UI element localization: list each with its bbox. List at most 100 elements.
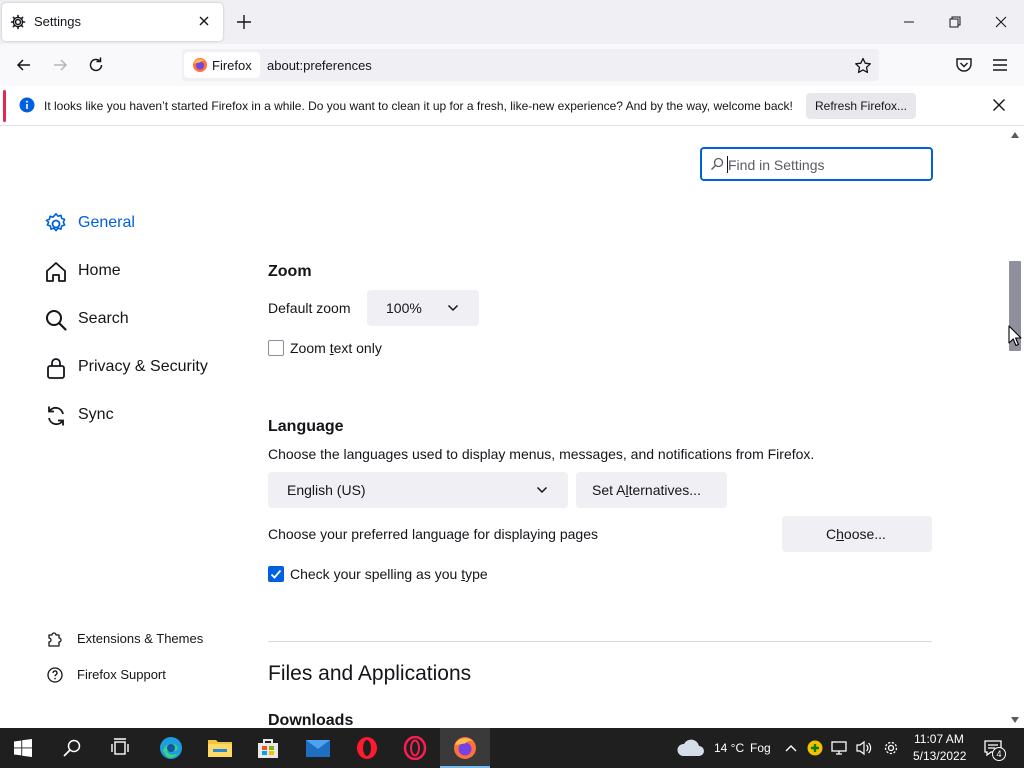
search-icon bbox=[44, 308, 68, 332]
chevron-down-icon bbox=[536, 486, 548, 494]
tab-settings[interactable]: Settings bbox=[2, 3, 223, 41]
opera-icon[interactable] bbox=[355, 736, 379, 760]
identity-box[interactable]: Firefox bbox=[184, 52, 260, 78]
spell-check-checkbox[interactable] bbox=[268, 566, 284, 582]
tab-strip: Settings bbox=[0, 0, 1024, 44]
extensions-themes-label: Extensions & Themes bbox=[77, 631, 204, 646]
language-select-value: English (US) bbox=[287, 482, 366, 498]
weather-temperature: 14 °C bbox=[714, 741, 745, 755]
language-heading: Language bbox=[268, 418, 344, 435]
notification-count-badge: 4 bbox=[992, 747, 1006, 761]
choose-label-pre: C bbox=[826, 526, 837, 542]
reload-icon[interactable] bbox=[86, 55, 106, 75]
extensions-themes-link[interactable]: Extensions & Themes bbox=[46, 628, 216, 650]
clock-date[interactable]: 5/13/2022 bbox=[913, 749, 966, 763]
default-zoom-select[interactable]: 100% bbox=[367, 290, 479, 326]
set-alternatives-button[interactable]: Set Alternatives... bbox=[576, 472, 727, 508]
zoom-text-only-label-post: ext only bbox=[333, 340, 382, 356]
lock-icon bbox=[44, 356, 68, 380]
puzzle-icon bbox=[46, 630, 64, 648]
info-icon bbox=[19, 97, 35, 113]
menu-hamburger-icon[interactable] bbox=[991, 56, 1009, 74]
chevron-up-icon[interactable] bbox=[784, 741, 798, 755]
section-divider bbox=[268, 641, 932, 642]
default-zoom-value: 100% bbox=[386, 300, 422, 316]
zoom-heading: Zoom bbox=[268, 263, 312, 280]
minimize-icon[interactable] bbox=[902, 12, 916, 32]
sidebar-item-label: General bbox=[78, 214, 135, 231]
microsoft-store-icon[interactable] bbox=[256, 736, 280, 760]
url-text: about:preferences bbox=[267, 58, 372, 73]
mouse-cursor-icon bbox=[1008, 325, 1022, 347]
settings-search-input[interactable]: Find in Settings bbox=[700, 147, 933, 181]
mail-icon[interactable] bbox=[305, 736, 331, 760]
tab-title: Settings bbox=[34, 14, 81, 29]
refresh-notification-bar: It looks like you haven’t started Firefo… bbox=[0, 86, 1024, 126]
pocket-icon[interactable] bbox=[955, 56, 973, 74]
files-applications-heading: Files and Applications bbox=[268, 662, 472, 685]
sidebar-item-label: Privacy & Security bbox=[78, 358, 208, 375]
gear-icon bbox=[10, 14, 26, 30]
zoom-text-only-label-pre: Zoom bbox=[290, 340, 330, 356]
page-scrollbar[interactable] bbox=[1006, 127, 1024, 728]
firefox-logo-icon bbox=[192, 57, 208, 73]
clock-time[interactable]: 11:07 AM bbox=[914, 732, 964, 746]
language-select[interactable]: English (US) bbox=[268, 472, 568, 508]
spell-check-label: Check your spelling as you type bbox=[290, 566, 488, 582]
choose-label-post: oose... bbox=[843, 526, 886, 542]
identity-label: Firefox bbox=[212, 58, 252, 73]
sync-icon bbox=[44, 404, 68, 428]
security-status-icon[interactable] bbox=[807, 740, 823, 756]
choose-language-button[interactable]: Choose... bbox=[782, 516, 932, 552]
sidebar-item-general[interactable]: General bbox=[44, 208, 144, 240]
close-tab-icon[interactable] bbox=[198, 15, 210, 27]
set-alternatives-label: Set Alternatives... bbox=[592, 482, 701, 498]
set-alternatives-label-post: ternatives... bbox=[628, 482, 701, 498]
default-zoom-label: Default zoom bbox=[268, 300, 351, 316]
zoom-text-only-checkbox[interactable] bbox=[268, 340, 284, 356]
firefox-support-link[interactable]: Firefox Support bbox=[46, 664, 186, 686]
sidebar-item-sync[interactable]: Sync bbox=[44, 400, 144, 432]
home-icon bbox=[44, 260, 68, 284]
taskbar-firefox-active[interactable] bbox=[440, 728, 490, 768]
choose-language-label: Choose... bbox=[826, 526, 886, 542]
windows-taskbar: 14 °C Fog 11:07 AM 5/13/2022 4 bbox=[0, 728, 1024, 768]
set-alternatives-label-pre: Set A bbox=[592, 482, 626, 498]
settings-gear-icon[interactable] bbox=[882, 739, 900, 757]
refresh-firefox-button[interactable]: Refresh Firefox... bbox=[806, 93, 916, 119]
sidebar-item-home[interactable]: Home bbox=[44, 256, 144, 288]
task-view-icon[interactable] bbox=[110, 738, 130, 758]
spell-check-label-post: ype bbox=[465, 566, 488, 582]
volume-icon[interactable] bbox=[855, 740, 873, 756]
close-notification-icon[interactable] bbox=[992, 98, 1006, 112]
scroll-up-arrow-icon[interactable] bbox=[1011, 132, 1019, 138]
sidebar-item-label: Home bbox=[78, 262, 121, 279]
file-explorer-icon[interactable] bbox=[207, 736, 233, 760]
settings-page: Find in Settings General Home Search Pri… bbox=[0, 127, 1006, 728]
scroll-down-arrow-icon[interactable] bbox=[1011, 717, 1019, 723]
zoom-text-only-label: Zoom text only bbox=[290, 340, 382, 356]
opera-gx-icon[interactable] bbox=[403, 736, 427, 760]
forward-arrow-icon[interactable] bbox=[50, 55, 70, 75]
close-window-icon[interactable] bbox=[994, 15, 1008, 29]
sidebar-item-search[interactable]: Search bbox=[44, 304, 144, 336]
choose-accesskey: h bbox=[836, 526, 844, 542]
bookmark-star-icon[interactable] bbox=[854, 57, 872, 75]
language-description: Choose the languages used to display men… bbox=[268, 446, 815, 462]
notification-message: It looks like you haven’t started Firefo… bbox=[44, 99, 793, 113]
page-language-label: Choose your preferred language for displ… bbox=[268, 526, 598, 542]
help-icon bbox=[46, 666, 64, 684]
navigation-toolbar: Firefox about:preferences bbox=[0, 44, 1024, 86]
weather-cloud-icon[interactable] bbox=[676, 737, 706, 759]
back-arrow-icon[interactable] bbox=[14, 55, 34, 75]
network-icon[interactable] bbox=[830, 740, 848, 756]
sidebar-item-label: Search bbox=[78, 310, 129, 327]
search-icon[interactable] bbox=[62, 738, 82, 758]
new-tab-icon[interactable] bbox=[234, 12, 254, 32]
edge-browser-icon[interactable] bbox=[159, 736, 183, 760]
url-bar[interactable]: Firefox about:preferences bbox=[182, 49, 879, 81]
restore-icon[interactable] bbox=[948, 15, 962, 29]
windows-start-icon[interactable] bbox=[14, 739, 32, 757]
notification-accent bbox=[3, 90, 6, 122]
sidebar-item-privacy-security[interactable]: Privacy & Security bbox=[44, 352, 214, 384]
